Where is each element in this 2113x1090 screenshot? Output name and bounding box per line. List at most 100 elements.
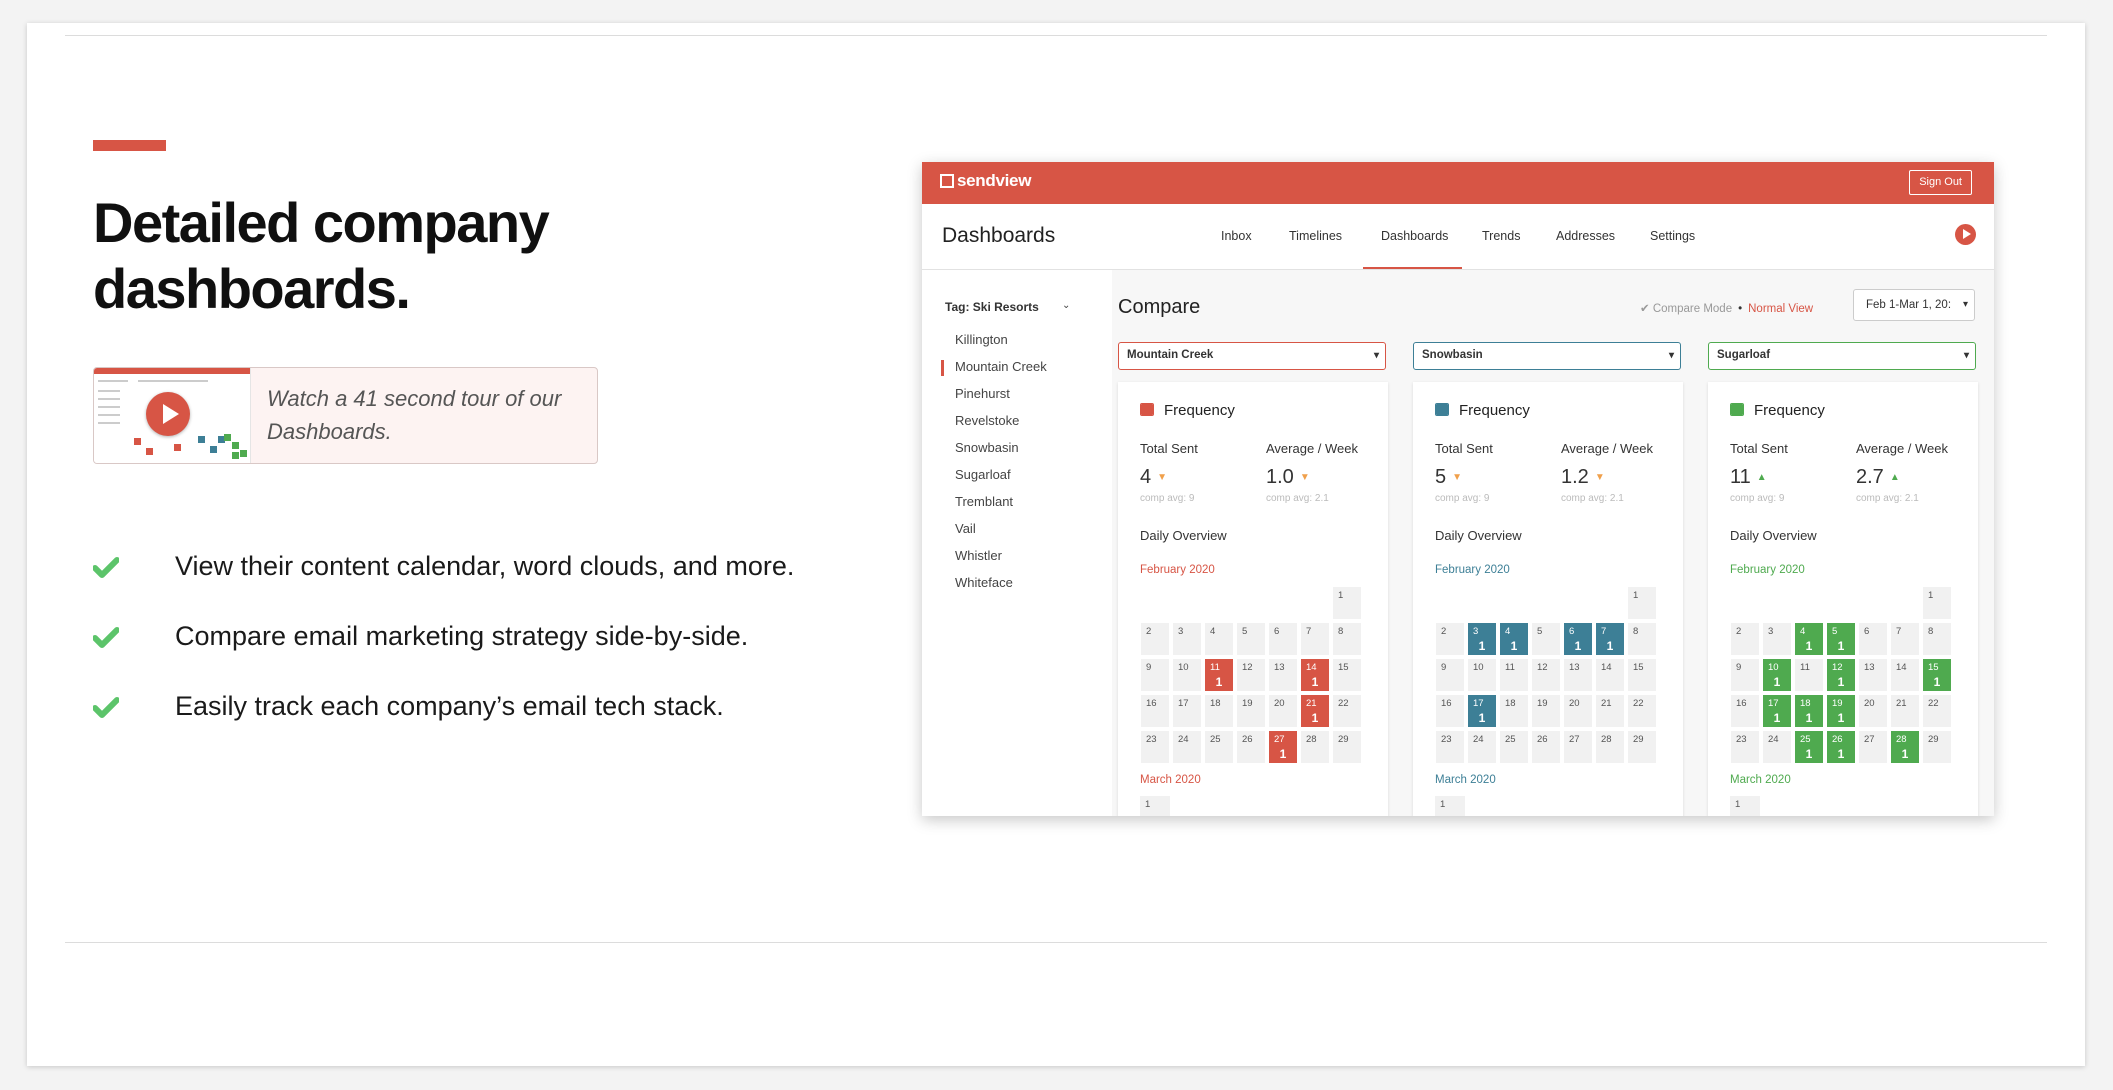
calendar-day[interactable]: 19 xyxy=(1531,694,1561,728)
calendar-day[interactable]: 1 xyxy=(1627,586,1657,620)
calendar-day[interactable]: 13 xyxy=(1563,658,1593,692)
view-mode-toggle[interactable]: ✔ Compare Mode • Normal View xyxy=(1640,301,1813,315)
sidebar-item-company[interactable]: Mountain Creek xyxy=(955,359,1047,374)
calendar-day[interactable]: 61 xyxy=(1563,622,1593,656)
calendar-day[interactable]: 28 xyxy=(1300,730,1330,764)
calendar-day[interactable]: 23 xyxy=(1730,730,1760,764)
calendar-day[interactable]: 16 xyxy=(1140,694,1170,728)
calendar-day[interactable]: 22 xyxy=(1627,694,1657,728)
calendar-day[interactable]: 21 xyxy=(1890,694,1920,728)
calendar-day[interactable]: 41 xyxy=(1794,622,1824,656)
calendar-day[interactable]: 17 1 xyxy=(1762,694,1792,728)
calendar-day[interactable]: 11 xyxy=(1499,658,1529,692)
video-thumbnail[interactable] xyxy=(94,368,251,463)
calendar-day[interactable]: 22 xyxy=(1922,694,1952,728)
company-select[interactable]: Sugarloaf ▾ xyxy=(1708,342,1976,370)
calendar-day[interactable]: 27 xyxy=(1563,730,1593,764)
calendar-day[interactable]: 1 xyxy=(1730,796,1760,816)
calendar-day[interactable]: 5 xyxy=(1531,622,1561,656)
calendar-day[interactable]: 7 xyxy=(1890,622,1920,656)
calendar-day[interactable]: 6 xyxy=(1268,622,1298,656)
calendar-day[interactable]: 13 xyxy=(1268,658,1298,692)
calendar-day[interactable]: 3 xyxy=(1172,622,1202,656)
sidebar-item-company[interactable]: Revelstoke xyxy=(955,413,1019,428)
calendar-day[interactable]: 12 1 xyxy=(1826,658,1856,692)
nav-dashboards[interactable]: Dashboards xyxy=(1381,229,1448,243)
sidebar-item-company[interactable]: Pinehurst xyxy=(955,386,1010,401)
sidebar-item-company[interactable]: Vail xyxy=(955,521,976,536)
calendar-day[interactable]: 20 xyxy=(1268,694,1298,728)
calendar-day[interactable]: 15 1 xyxy=(1922,658,1952,692)
calendar-day[interactable]: 25 xyxy=(1204,730,1234,764)
calendar-day[interactable]: 29 xyxy=(1922,730,1952,764)
calendar-day[interactable]: 18 1 xyxy=(1794,694,1824,728)
calendar-day[interactable]: 2 xyxy=(1435,622,1465,656)
calendar-day[interactable]: 19 xyxy=(1236,694,1266,728)
calendar-day[interactable]: 6 xyxy=(1858,622,1888,656)
play-video-icon[interactable] xyxy=(1955,224,1976,245)
calendar-day[interactable]: 14 xyxy=(1595,658,1625,692)
company-select[interactable]: Mountain Creek ▾ xyxy=(1118,342,1386,370)
calendar-day[interactable]: 20 xyxy=(1563,694,1593,728)
calendar-day[interactable]: 2 xyxy=(1730,622,1760,656)
sidebar-item-company[interactable]: Tremblant xyxy=(955,494,1013,509)
calendar-day[interactable]: 26 xyxy=(1531,730,1561,764)
calendar-day[interactable]: 23 xyxy=(1435,730,1465,764)
calendar-day[interactable]: 17 1 xyxy=(1467,694,1497,728)
sidebar-item-company[interactable]: Whistler xyxy=(955,548,1002,563)
calendar-day[interactable]: 25 xyxy=(1499,730,1529,764)
calendar-day[interactable]: 16 xyxy=(1435,694,1465,728)
calendar-day[interactable]: 12 xyxy=(1531,658,1561,692)
calendar-day[interactable]: 8 xyxy=(1332,622,1362,656)
calendar-day[interactable]: 8 xyxy=(1627,622,1657,656)
sidebar-item-company[interactable]: Sugarloaf xyxy=(955,467,1011,482)
calendar-day[interactable]: 18 xyxy=(1204,694,1234,728)
nav-addresses[interactable]: Addresses xyxy=(1556,229,1615,243)
nav-settings[interactable]: Settings xyxy=(1650,229,1695,243)
calendar-day[interactable]: 29 xyxy=(1332,730,1362,764)
calendar-day[interactable]: 1 xyxy=(1332,586,1362,620)
calendar-day[interactable]: 24 xyxy=(1172,730,1202,764)
calendar-day[interactable]: 27 1 xyxy=(1268,730,1298,764)
calendar-day[interactable]: 13 xyxy=(1858,658,1888,692)
calendar-day[interactable]: 21 1 xyxy=(1300,694,1330,728)
calendar-day[interactable]: 4 xyxy=(1204,622,1234,656)
calendar-day[interactable]: 26 1 xyxy=(1826,730,1856,764)
normal-view-link[interactable]: Normal View xyxy=(1748,303,1813,315)
calendar-day[interactable]: 22 xyxy=(1332,694,1362,728)
calendar-day[interactable]: 1 xyxy=(1140,796,1170,816)
calendar-day[interactable]: 10 1 xyxy=(1762,658,1792,692)
calendar-day[interactable]: 18 xyxy=(1499,694,1529,728)
calendar-day[interactable]: 28 1 xyxy=(1890,730,1920,764)
calendar-day[interactable]: 24 xyxy=(1467,730,1497,764)
calendar-day[interactable]: 15 xyxy=(1332,658,1362,692)
calendar-day[interactable]: 3 xyxy=(1762,622,1792,656)
calendar-day[interactable]: 29 xyxy=(1627,730,1657,764)
calendar-day[interactable]: 24 xyxy=(1762,730,1792,764)
calendar-day[interactable]: 9 xyxy=(1140,658,1170,692)
calendar-day[interactable]: 1 xyxy=(1435,796,1465,816)
chevron-down-icon[interactable]: ⌄ xyxy=(1062,300,1070,311)
calendar-day[interactable]: 11 1 xyxy=(1204,658,1234,692)
company-select[interactable]: Snowbasin ▾ xyxy=(1413,342,1681,370)
video-tour-text[interactable]: Watch a 41 second tour of our Dashboards… xyxy=(267,382,587,448)
nav-timelines[interactable]: Timelines xyxy=(1289,229,1342,243)
brand-logo[interactable]: sendview xyxy=(940,171,1031,191)
calendar-day[interactable]: 19 1 xyxy=(1826,694,1856,728)
calendar-day[interactable]: 31 xyxy=(1467,622,1497,656)
calendar-day[interactable]: 51 xyxy=(1826,622,1856,656)
calendar-day[interactable]: 1 xyxy=(1922,586,1952,620)
calendar-day[interactable]: 71 xyxy=(1595,622,1625,656)
calendar-day[interactable]: 17 xyxy=(1172,694,1202,728)
calendar-day[interactable]: 28 xyxy=(1595,730,1625,764)
calendar-day[interactable]: 10 xyxy=(1467,658,1497,692)
calendar-day[interactable]: 12 xyxy=(1236,658,1266,692)
sign-out-button[interactable]: Sign Out xyxy=(1909,170,1972,195)
calendar-day[interactable]: 2 xyxy=(1140,622,1170,656)
calendar-day[interactable]: 41 xyxy=(1499,622,1529,656)
calendar-day[interactable]: 9 xyxy=(1730,658,1760,692)
calendar-day[interactable]: 9 xyxy=(1435,658,1465,692)
sidebar-item-company[interactable]: Killington xyxy=(955,332,1008,347)
calendar-day[interactable]: 20 xyxy=(1858,694,1888,728)
date-range-select[interactable]: Feb 1-Mar 1, 20: ▾ xyxy=(1853,289,1975,321)
